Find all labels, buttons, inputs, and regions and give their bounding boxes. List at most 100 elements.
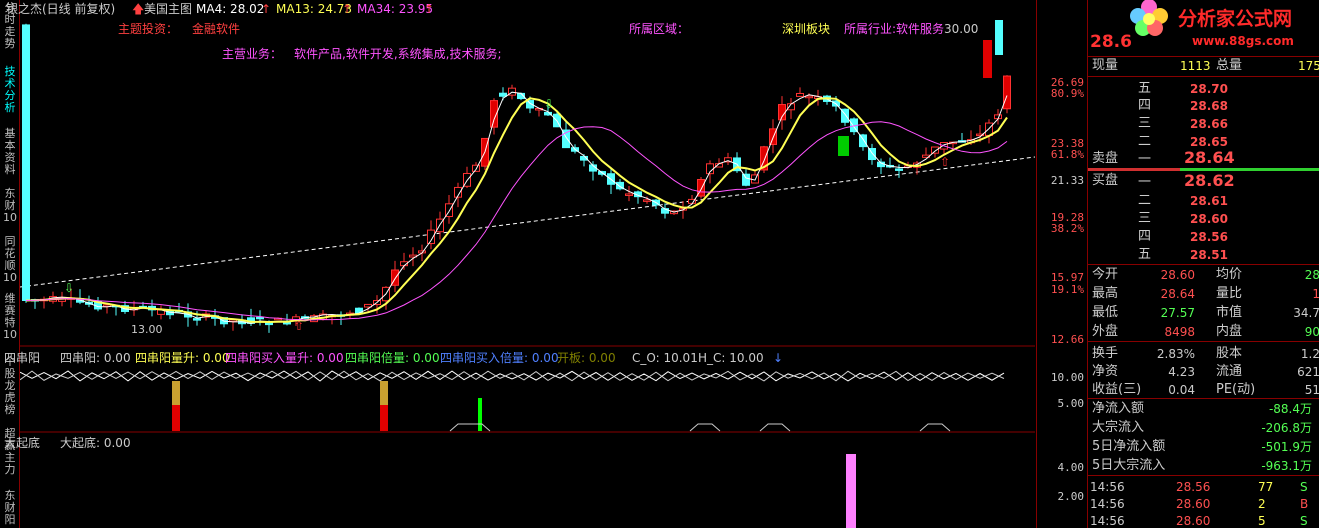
flow-label: 5日大宗流入 — [1092, 458, 1166, 473]
sell-strength-bar — [1088, 168, 1180, 171]
candle-body — [1003, 75, 1011, 110]
business-value: 软件产品,软件开发,系统集成,技术服务; — [294, 47, 502, 61]
ind1-bump — [449, 423, 491, 432]
stat-value: 28.60 — [1160, 268, 1195, 282]
tick-qty: 2 — [1258, 497, 1266, 511]
stat-row: 收益(三) 0.04 PE(动) 51 — [1088, 381, 1319, 399]
ma4-up-icon: ↑ — [261, 2, 272, 16]
bid-row: 三 28.60 — [1088, 210, 1319, 228]
ind1-bump — [759, 423, 791, 432]
stat-row: 换手 2.83% 股本 1.2 — [1088, 345, 1319, 363]
stat-value: 1 — [1312, 287, 1319, 301]
stat-value: 2.83% — [1156, 347, 1195, 361]
left-tab-2[interactable]: 基本资料 — [2, 128, 18, 176]
up-signal-icon: ⇧ — [294, 319, 304, 333]
stat-row: 今开 28.60 均价 28 — [1088, 266, 1319, 284]
tick-row: 14:56 28.60 2 B — [1088, 495, 1319, 513]
price-axis-label: 19.1% — [1050, 283, 1084, 296]
ask-level: 一 — [1138, 152, 1152, 167]
left-tab-1[interactable]: 技术分析 — [2, 66, 18, 114]
tick-price: 28.56 — [1176, 480, 1211, 494]
candle-body — [838, 136, 849, 156]
ask-level: 四 — [1138, 98, 1152, 113]
tick-qty: 77 — [1258, 480, 1274, 494]
bid-row: 四 28.56 — [1088, 228, 1319, 246]
board-value: 深圳板块 — [782, 22, 831, 36]
stat-label: 最高 — [1092, 286, 1119, 301]
stat-label: 股本 — [1216, 346, 1243, 361]
ind1-v6: C_O: 10.01 — [632, 351, 698, 365]
candle-body — [742, 173, 750, 186]
ask-row: 一 28.64 — [1088, 148, 1319, 169]
ask-price: 28.65 — [1190, 135, 1228, 149]
low-price-label: 13.00 — [131, 323, 163, 336]
stat-row: 净资 4.23 流通 621 — [1088, 363, 1319, 381]
tick-price: 28.60 — [1176, 514, 1211, 528]
stock-title: 银之杰(日线 前复权) — [6, 2, 116, 16]
ind1-name: 四串阳 — [4, 351, 41, 365]
ind1-v4: 四串阳买入倍量: 0.00 — [440, 351, 559, 365]
stat-label: 内盘 — [1216, 324, 1243, 339]
volume-row: 现量 1113 总量 175 — [1088, 57, 1319, 75]
stat-label: 均价 — [1216, 267, 1243, 282]
stat-value: 90 — [1304, 325, 1319, 339]
candle-body — [805, 95, 813, 99]
ind1-v2: 四串阳买入量升: 0.00 — [225, 351, 344, 365]
flow-row: 净流入额 -88.4万 — [1088, 400, 1319, 418]
invest-label: 主题投资： — [118, 22, 179, 36]
flow-value: -501.9万 — [1261, 440, 1312, 454]
current-price: 28.6 — [1090, 32, 1132, 52]
bid-level: 五 — [1138, 247, 1152, 262]
stat-row: 最高 28.64 量比 1 — [1088, 285, 1319, 303]
chart-canvas: ⇩ ⇩ ⇧ ⇧ — [20, 20, 1035, 528]
stat-label: 市值 — [1216, 305, 1243, 320]
stat-value: 51 — [1304, 383, 1319, 397]
ind1-bar — [172, 381, 180, 405]
candle-body — [472, 164, 480, 172]
left-tab-4[interactable]: 同花顺10 — [2, 236, 18, 284]
ma4-label: MA4: 28.02 — [196, 2, 265, 16]
bid-price: 28.61 — [1190, 194, 1228, 208]
flow-label: 5日净流入额 — [1092, 439, 1166, 454]
stat-label: 今开 — [1092, 267, 1119, 282]
ind1-bar — [380, 381, 388, 405]
kline-chart[interactable]: ⇩ ⇩ ⇧ ⇧ 银之杰(日线 前复权) 🡅 美国主图 MA4: 28.02 ↑ MA1… — [4, 0, 1035, 528]
ask-price: 28.66 — [1190, 117, 1228, 131]
bid-price: 28.56 — [1190, 230, 1228, 244]
stat-label: 最低 — [1092, 305, 1119, 320]
total-volume-value: 175 — [1298, 59, 1319, 73]
candle-body — [895, 168, 903, 171]
bid-row: 一 28.62 — [1088, 171, 1319, 192]
stat-value: 0.04 — [1168, 383, 1195, 397]
bid-level: 二 — [1138, 193, 1152, 208]
left-tab-6[interactable]: 个股龙虎榜 — [2, 356, 18, 416]
ma34-up-icon: ↑ — [424, 2, 435, 16]
ind2-axis-label: 4.00 — [1057, 461, 1085, 474]
stat-label: PE(动) — [1216, 382, 1256, 397]
candle-body — [983, 40, 992, 78]
bid-price: 28.62 — [1184, 171, 1235, 190]
candle-body — [22, 24, 30, 301]
left-tab-3[interactable]: 东财10 — [2, 188, 18, 224]
price-axis-label: 61.8% — [1050, 148, 1084, 161]
template-name[interactable]: 美国主图 — [144, 2, 192, 16]
logo: 分析家公式网 www.88gs.com — [1088, 0, 1319, 48]
ask-row: 四 28.68 — [1088, 97, 1319, 115]
bid-price: 28.60 — [1190, 212, 1228, 226]
ask-price: 28.64 — [1184, 148, 1235, 167]
bid-level: 四 — [1138, 229, 1152, 244]
ind2-v0: 大起底: 0.00 — [60, 436, 131, 450]
ind1-v3: 四串阳倍量: 0.00 — [345, 351, 440, 365]
ma34-line — [25, 121, 1008, 321]
stat-label: 净资 — [1092, 364, 1119, 379]
candle-body — [995, 20, 1003, 55]
flow-row: 5日大宗流入 -963.1万 — [1088, 457, 1319, 475]
candle-body — [643, 199, 651, 202]
bid-row: 二 28.61 — [1088, 192, 1319, 210]
ind1-axis-label: 5.00 — [1057, 397, 1085, 410]
trend-line — [20, 156, 1035, 288]
candle-body — [193, 318, 201, 321]
left-tab-5[interactable]: 维赛特10 — [2, 293, 18, 341]
up-arrow-icon: 🡅 — [132, 2, 145, 16]
left-tab-8[interactable]: 东财阳 — [2, 490, 18, 526]
